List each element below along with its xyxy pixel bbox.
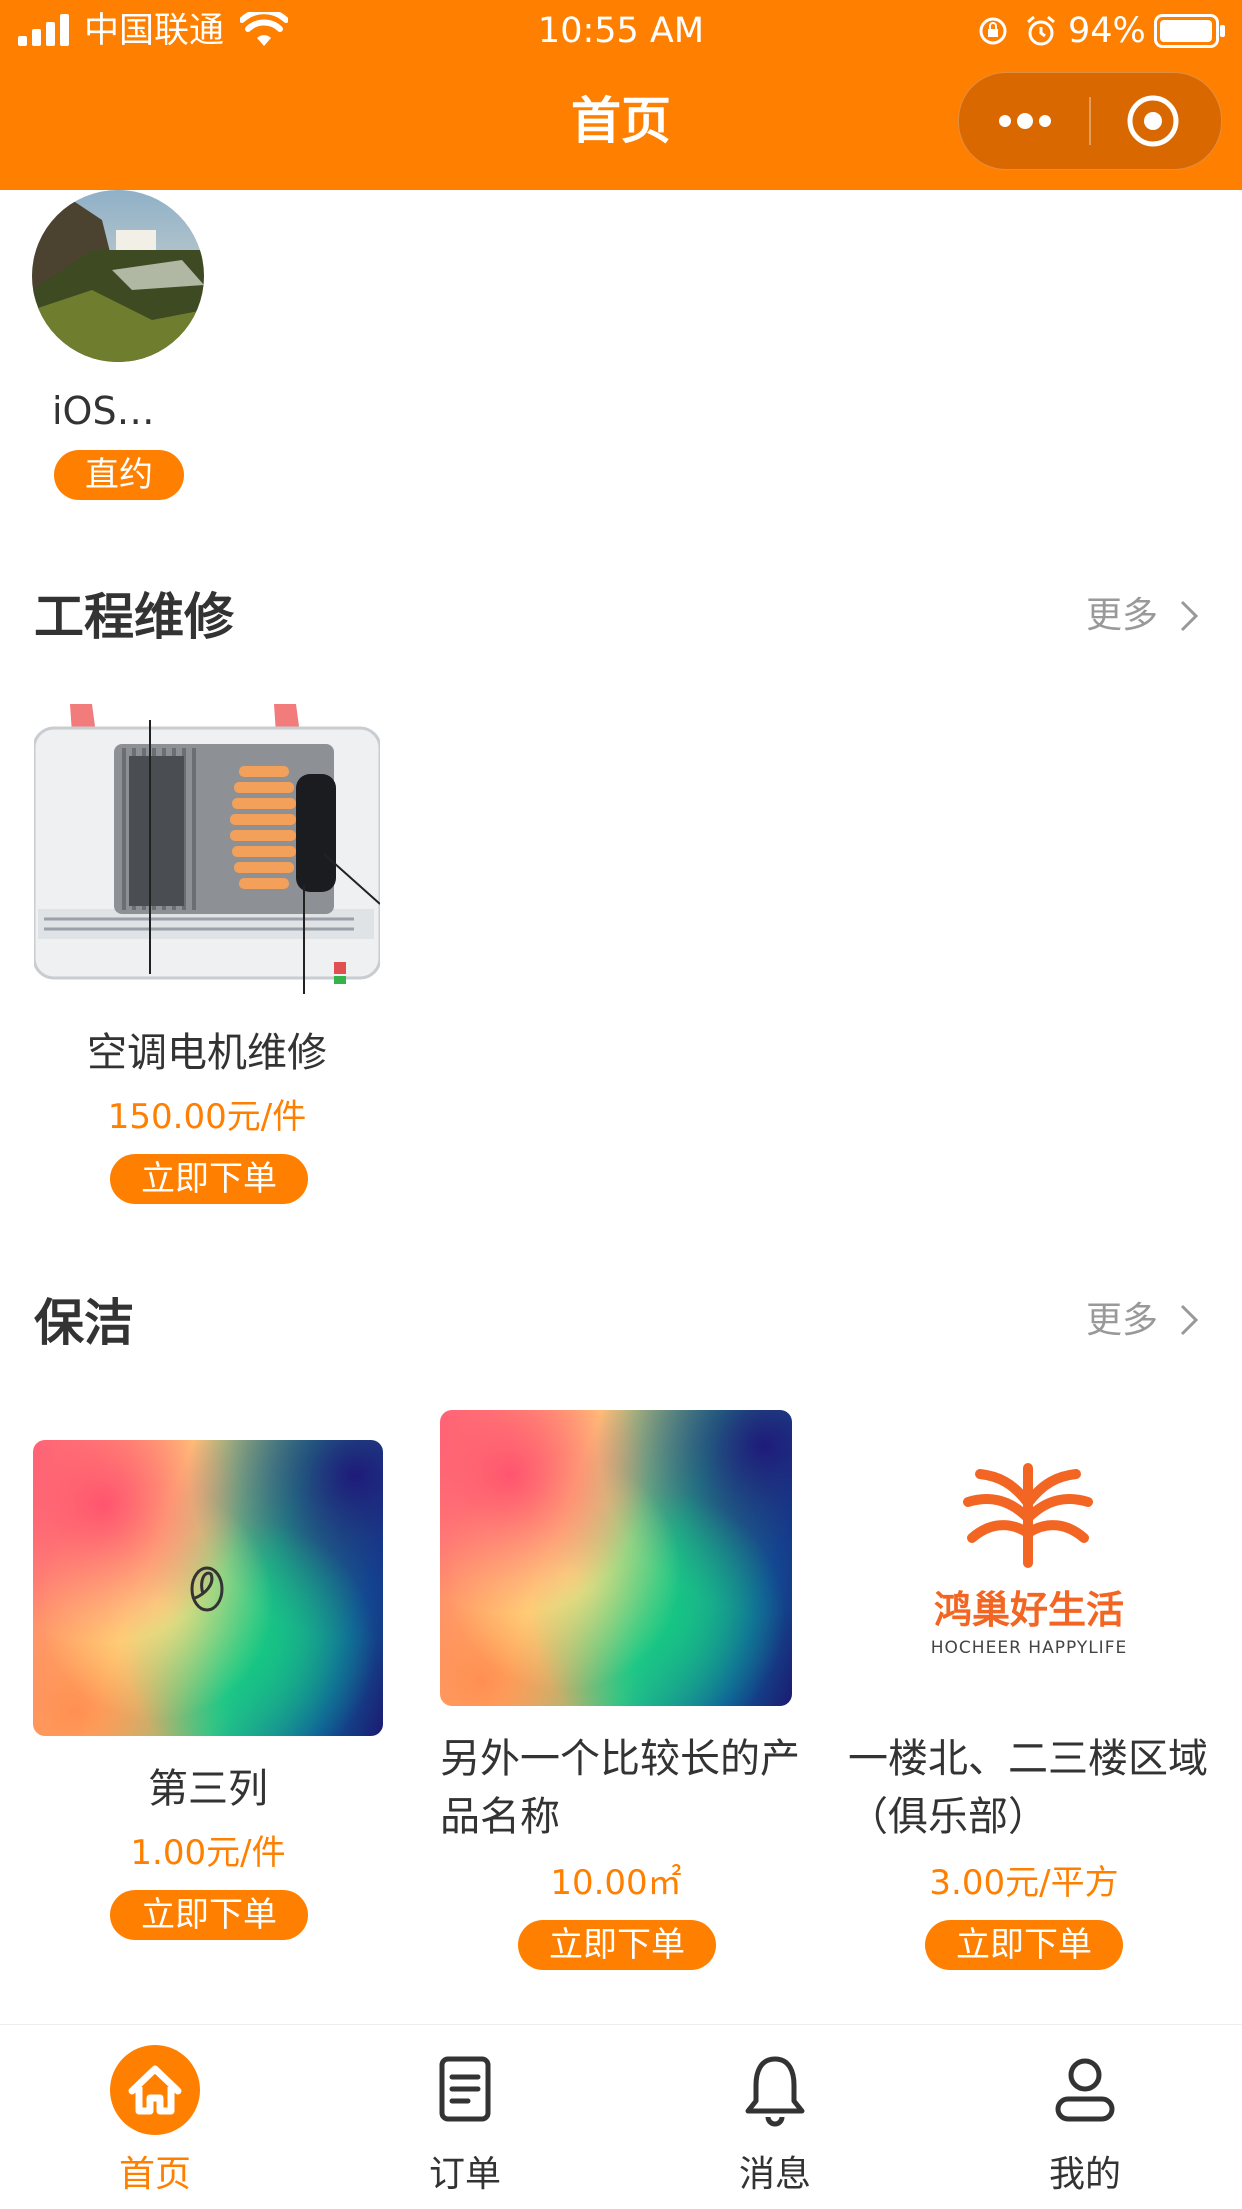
product-name: 一楼北、二三楼区域（俱乐部） — [848, 1736, 1208, 1840]
logo-chinese-text: 鸿巢好生活 — [933, 1588, 1124, 1632]
tab-orders[interactable]: 订单 — [310, 2025, 620, 2209]
tab-label: 订单 — [428, 2154, 501, 2195]
tab-messages[interactable]: 消息 — [620, 2025, 930, 2209]
username: iOS… — [52, 389, 155, 433]
hocheer-logo-icon — [963, 1463, 1093, 1568]
elementary-logo-icon — [190, 1566, 224, 1612]
order-now-button[interactable]: 立即下单 — [518, 1920, 716, 1970]
order-now-button[interactable]: 立即下单 — [110, 1890, 308, 1940]
product-name: 空调电机维修 — [87, 1030, 327, 1076]
product-price: 150.00元/件 — [107, 1097, 307, 1137]
product-name: 第三列 — [148, 1766, 268, 1812]
order-now-button[interactable]: 立即下单 — [110, 1154, 308, 1204]
top-bar: 中国联通 10:55 AM 94% 首页 — [0, 0, 1242, 190]
product-price: 10.00㎡ — [550, 1863, 682, 1903]
chevron-right-icon[interactable] — [1178, 598, 1200, 634]
direct-booking-badge[interactable]: 直约 — [54, 450, 184, 500]
alarm-icon — [1027, 15, 1055, 46]
order-now-button[interactable]: 立即下单 — [925, 1920, 1123, 1970]
tab-label: 首页 — [118, 2154, 191, 2195]
more-link-engineering[interactable]: 更多 — [1086, 591, 1158, 641]
product-image-third-column[interactable] — [33, 1440, 383, 1736]
product-price: 1.00元/件 — [130, 1833, 286, 1873]
tab-label: 消息 — [738, 2154, 811, 2195]
logo-english-text: HOCHEER HAPPYLIFE — [930, 1638, 1128, 1658]
bell-icon — [745, 2056, 805, 2127]
product-price: 3.00元/平方 — [929, 1863, 1119, 1903]
orientation-lock-icon — [979, 17, 1007, 45]
tab-home[interactable]: 首页 — [0, 2025, 310, 2209]
chevron-right-icon[interactable] — [1178, 1302, 1200, 1338]
bottom-tab-bar: 首页 订单 消息 我的 — [0, 2024, 1242, 2209]
product-image-club-area[interactable]: 鸿巢好生活 HOCHEER HAPPYLIFE — [848, 1410, 1210, 1706]
section-title-engineering: 工程维修 — [34, 588, 234, 646]
mini-program-capsule — [958, 72, 1222, 170]
home-icon — [110, 2045, 200, 2135]
document-icon — [439, 2056, 491, 2122]
product-image-long-name[interactable] — [440, 1410, 792, 1706]
battery-percent: 94% — [1068, 11, 1146, 51]
more-link-cleaning[interactable]: 更多 — [1086, 1296, 1158, 1346]
section-title-cleaning: 保洁 — [34, 1294, 134, 1352]
user-icon — [1055, 2058, 1115, 2122]
more-dots-icon[interactable] — [993, 103, 1057, 139]
tab-profile[interactable]: 我的 — [930, 2025, 1240, 2209]
avatar[interactable] — [32, 190, 204, 362]
target-circle-icon[interactable] — [1125, 93, 1181, 149]
product-name: 另外一个比较长的产品名称 — [440, 1736, 800, 1840]
tab-label: 我的 — [1048, 2154, 1121, 2195]
capsule-divider — [1089, 97, 1091, 145]
product-image-ac-motor[interactable] — [34, 704, 380, 1000]
battery-icon — [1154, 14, 1225, 48]
